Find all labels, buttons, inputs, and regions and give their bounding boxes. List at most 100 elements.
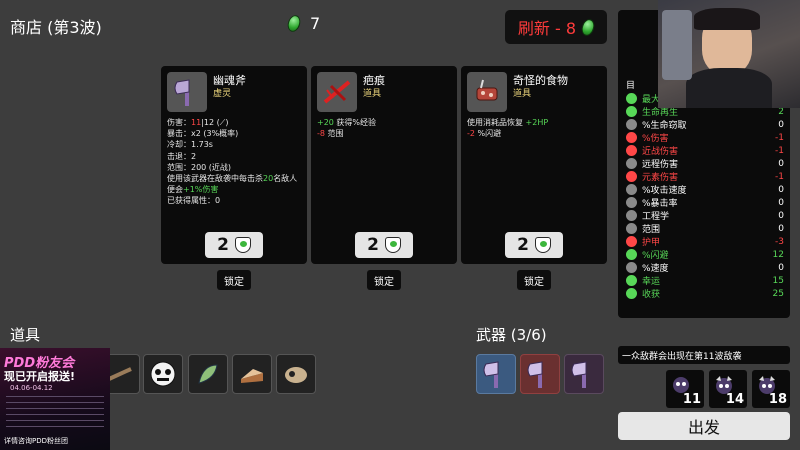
desc-line: +20 获得%经验 <box>317 118 377 127</box>
weapons-section-label: 武器 (3/6) <box>476 326 547 344</box>
webcam-overlay <box>658 0 800 108</box>
desc-line: 使用消耗品恢复 +2HP <box>467 118 549 127</box>
enemy-wave-number: 14 <box>725 392 744 407</box>
stat-value: 25 <box>772 288 784 299</box>
item-slot[interactable] <box>143 354 183 394</box>
material-gem-icon <box>579 17 597 37</box>
speed-icon <box>626 262 637 273</box>
desc-line: 伤害：11|12 (⟋) <box>167 118 229 127</box>
stat-value: 12 <box>772 249 784 260</box>
buy-button[interactable]: 2 <box>505 232 563 258</box>
promo-overlay: PDD粉友会 现已开启报送! 04.06-04.12 详情咨询PDD粉丝团 <box>0 348 110 450</box>
go-button[interactable]: 出发 <box>618 412 790 440</box>
stat-row: %攻击速度 0 <box>626 183 784 196</box>
damage-icon <box>626 132 637 143</box>
enemy-wave-card: 18 <box>752 370 790 408</box>
stat-label: 近战伤害 <box>642 147 679 157</box>
lifesteal-icon <box>626 119 637 130</box>
stat-label: %攻击速度 <box>642 186 687 196</box>
item-slot[interactable] <box>276 354 316 394</box>
stat-row: 元素伤害 -1 <box>626 170 784 183</box>
price-value: 2 <box>367 235 379 255</box>
stat-row: 工程学 0 <box>626 209 784 222</box>
shop-card-3[interactable]: 奇怪的食物 道具 使用消耗品恢复 +2HP -2 %闪避 2 <box>461 66 607 264</box>
scar-icon <box>317 72 357 112</box>
shop-card-1[interactable]: 幽魂斧 虚灵 伤害：11|12 (⟋) 暴击：x2 (3%概率) 冷却：1.73… <box>161 66 307 264</box>
price-value: 2 <box>517 235 529 255</box>
stat-value: 2 <box>778 106 784 117</box>
item-slot[interactable] <box>232 354 272 394</box>
stat-row: 收获 25 <box>626 287 784 300</box>
stat-value: 0 <box>778 158 784 169</box>
lock-button[interactable]: 锁定 <box>367 270 401 290</box>
stat-value: 0 <box>778 223 784 234</box>
desc-line: 已获得属性：0 <box>167 196 221 206</box>
stat-row: 远程伤害 0 <box>626 157 784 170</box>
melee-icon <box>626 145 637 156</box>
promo-subtitle: 现已开启报送! <box>4 370 76 383</box>
material-bag-icon <box>384 237 401 253</box>
shirt-shape <box>686 68 772 108</box>
enemy-wave-card: 14 <box>709 370 747 408</box>
buy-button[interactable]: 2 <box>355 232 413 258</box>
heart-icon <box>626 93 637 104</box>
wave-notice: 一众敌群会出现在第11波敌袭 <box>618 346 790 364</box>
desc-line: 冷却：1.73s <box>167 140 213 150</box>
shop-card-2[interactable]: 疤痕 道具 +20 获得%经验 -8 范围 2 <box>311 66 457 264</box>
stat-label: 范围 <box>642 225 661 235</box>
stat-row: %暴击率 0 <box>626 196 784 209</box>
ranged-icon <box>626 158 637 169</box>
luck-icon <box>626 275 637 286</box>
stat-label: %闪避 <box>642 251 669 261</box>
items-section-label: 道具 <box>10 326 41 344</box>
card-type: 道具 <box>363 89 382 99</box>
desc-line: -2 %闪避 <box>467 129 502 139</box>
stat-label: 工程学 <box>642 212 670 222</box>
currency-count: 7 <box>310 14 321 33</box>
lock-button[interactable]: 锁定 <box>217 270 251 290</box>
desc-line: -8 范围 <box>317 129 344 139</box>
stat-value: -1 <box>775 132 784 143</box>
shop-title: 商店 (第3波) <box>10 18 102 37</box>
stat-value: 0 <box>778 262 784 273</box>
item-slot[interactable] <box>188 354 228 394</box>
card-description: +20 获得%经验 -8 范围 <box>317 117 452 139</box>
reroll-label: 刷新 - 8 <box>517 19 577 38</box>
weapon-slot[interactable] <box>476 354 516 394</box>
stat-row: %闪避 12 <box>626 248 784 261</box>
desc-line: 范围：200 (近战) <box>167 162 232 172</box>
stat-value: 0 <box>778 119 784 130</box>
stat-row: %速度 0 <box>626 261 784 274</box>
price-value: 2 <box>217 235 229 255</box>
card-description: 使用消耗品恢复 +2HP -2 %闪避 <box>467 117 602 139</box>
crit-icon <box>626 197 637 208</box>
stat-row: 近战伤害 -1 <box>626 144 784 157</box>
desc-line: 使用该武器在敌袭中每击杀20名敌人便会+1%伤害 <box>167 174 298 195</box>
stat-row: %伤害 -1 <box>626 131 784 144</box>
background-decor <box>662 10 692 80</box>
stat-label: 元素伤害 <box>642 173 679 183</box>
buy-button[interactable]: 2 <box>205 232 263 258</box>
stats-header-partial: 目 <box>626 81 636 91</box>
desc-line: 击退：2 <box>167 151 197 161</box>
stat-label: 远程伤害 <box>642 160 679 170</box>
weird-food-icon <box>467 72 507 112</box>
lock-button[interactable]: 锁定 <box>517 270 551 290</box>
range-icon <box>626 223 637 234</box>
reroll-button[interactable]: 刷新 - 8 <box>505 10 607 44</box>
enemy-wave-card: 11 <box>666 370 704 408</box>
elemental-icon <box>626 171 637 182</box>
enemy-wave-number: 11 <box>682 392 701 407</box>
stat-value: 0 <box>778 210 784 221</box>
stat-value: 0 <box>778 184 784 195</box>
dodge-icon <box>626 249 637 260</box>
stat-value: 0 <box>778 197 784 208</box>
promo-dates: 04.06-04.12 <box>10 384 53 392</box>
currency-display: 7 <box>285 13 321 34</box>
weapon-slot[interactable] <box>564 354 604 394</box>
weapon-slot[interactable] <box>520 354 560 394</box>
stat-row: %生命窃取 0 <box>626 118 784 131</box>
ghost-axe-icon <box>167 72 207 112</box>
attack-speed-icon <box>626 184 637 195</box>
stat-row: 护甲 -3 <box>626 235 784 248</box>
